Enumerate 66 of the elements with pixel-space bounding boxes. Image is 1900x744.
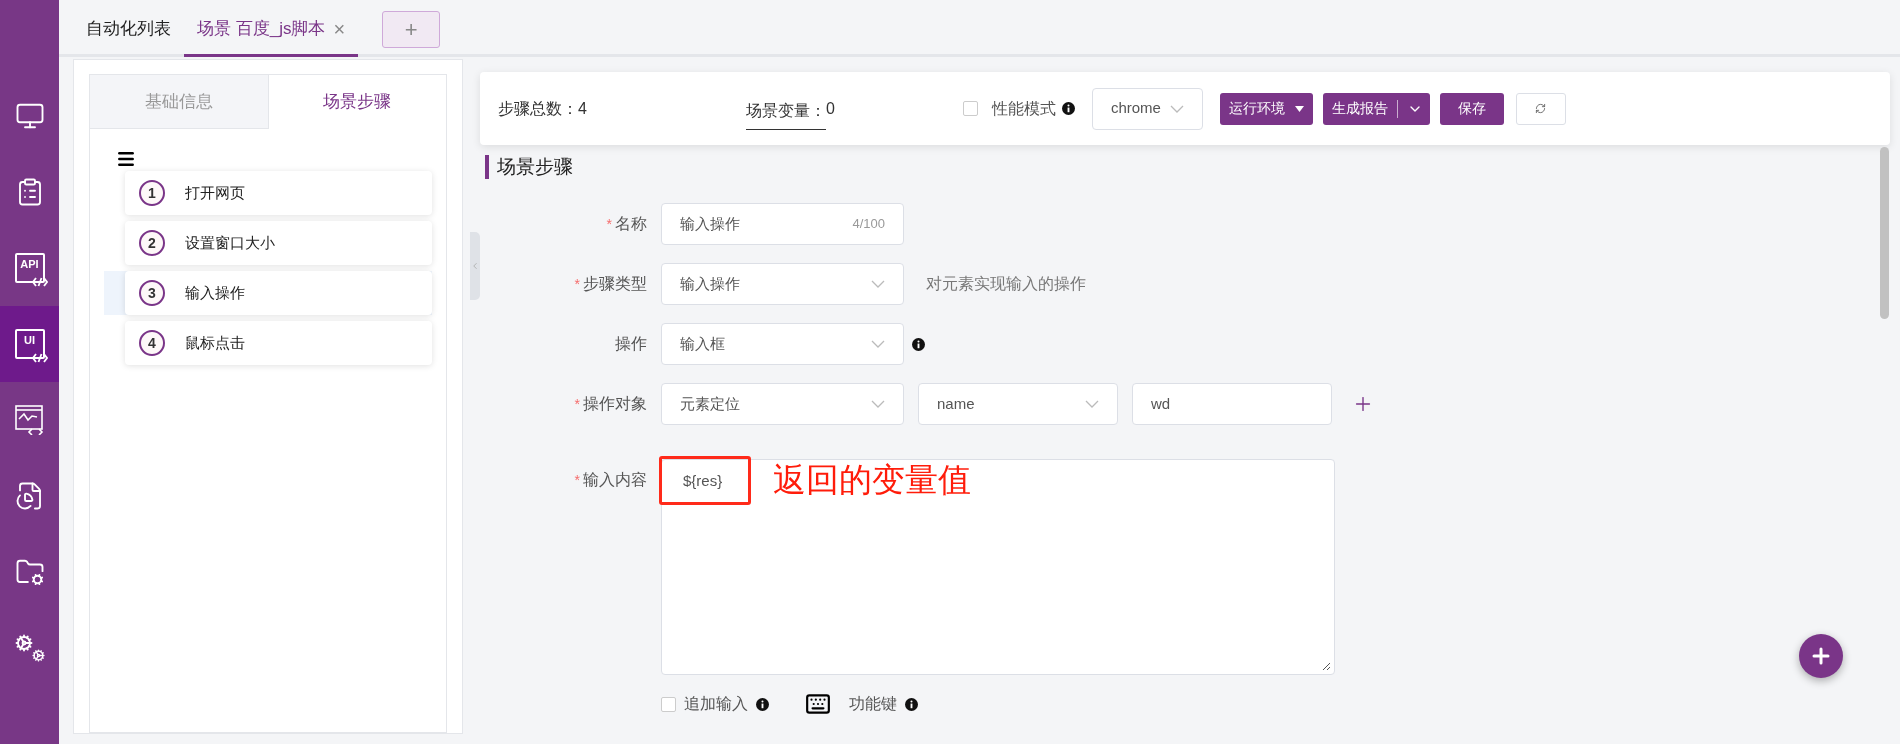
monitor-icon xyxy=(14,101,45,131)
select-field[interactable]: 输入框 xyxy=(661,323,904,365)
field-label: 步骤类型 xyxy=(583,274,647,294)
step-item[interactable]: 1 打开网页 xyxy=(125,171,432,215)
step-number: 3 xyxy=(139,280,165,306)
required-mark: * xyxy=(574,274,580,294)
step-item[interactable]: 2 设置窗口大小 xyxy=(125,221,432,265)
generate-report-button[interactable]: 生成报告 xyxy=(1322,92,1430,125)
folder-gear-icon xyxy=(14,557,45,587)
variables-count: 0 xyxy=(826,98,835,119)
caret-icon xyxy=(1294,105,1304,112)
field-label: 名称 xyxy=(615,214,647,234)
refresh-icon xyxy=(1535,103,1547,114)
step-label: 打开网页 xyxy=(185,182,245,203)
info-icon xyxy=(756,697,769,711)
scrollbar[interactable] xyxy=(1880,147,1889,319)
step-number: 1 xyxy=(139,180,165,206)
required-mark: * xyxy=(574,470,580,490)
field-label: 操作对象 xyxy=(583,394,647,414)
input-field[interactable]: 输入操作 4/100 xyxy=(661,203,904,245)
add-button[interactable] xyxy=(1799,634,1843,678)
step-label: 输入操作 xyxy=(185,282,245,303)
tab[interactable]: 自动化列表 xyxy=(73,3,184,57)
run-environment-button[interactable]: 运行环境 xyxy=(1219,92,1313,125)
step-item[interactable]: 4 鼠标点击 xyxy=(125,321,432,365)
required-mark: * xyxy=(574,394,580,414)
resize-grip-icon[interactable] xyxy=(1322,662,1331,671)
chevron-icon xyxy=(1169,104,1184,113)
step-item[interactable]: 3 输入操作 xyxy=(125,271,432,315)
browser-select[interactable]: chrome xyxy=(1091,87,1203,130)
select-field[interactable]: 元素定位 xyxy=(661,383,904,425)
monitor-chart-icon xyxy=(14,405,45,435)
info-icon xyxy=(905,697,918,711)
sidebar-item[interactable]: API xyxy=(0,230,59,306)
step-number: 4 xyxy=(139,330,165,356)
input-field[interactable]: wd xyxy=(1132,383,1332,425)
step-label: 鼠标点击 xyxy=(185,332,245,353)
save-button[interactable]: 保存 xyxy=(1439,92,1504,125)
sidebar-item[interactable]: UI xyxy=(0,306,59,382)
checkbox[interactable] xyxy=(962,101,978,116)
chevron-icon xyxy=(871,340,885,348)
char-counter: 4/100 xyxy=(852,215,885,234)
field-label: 输入内容 xyxy=(583,470,647,490)
checkbox-label: 追加输入 xyxy=(684,694,748,714)
checkbox-label: 性能模式 xyxy=(991,98,1056,119)
checkbox[interactable] xyxy=(661,696,676,712)
step-label: 设置窗口大小 xyxy=(185,232,275,253)
option-label: 功能键 xyxy=(849,694,897,714)
field-label: 操作 xyxy=(615,334,647,354)
menu-icon[interactable] xyxy=(116,149,136,169)
gears-icon xyxy=(14,634,45,662)
field-hint: 对元素实现输入的操作 xyxy=(926,274,1086,294)
info-icon xyxy=(1061,102,1075,115)
chevron-icon xyxy=(1085,400,1099,408)
collapse-handle[interactable] xyxy=(470,232,480,300)
chevron-icon xyxy=(871,280,885,288)
chevron-left-icon xyxy=(470,261,480,271)
select-field[interactable]: name xyxy=(918,383,1118,425)
keyboard-icon xyxy=(805,691,831,717)
variables-tab[interactable]: 场景变量： xyxy=(746,99,826,130)
select-field[interactable]: 输入操作 xyxy=(661,263,904,305)
annotation-text: 返回的变量值 xyxy=(773,463,971,496)
chevron-icon xyxy=(871,400,885,408)
step-count: 步骤总数：4 xyxy=(498,98,588,119)
required-mark: * xyxy=(606,214,612,234)
step-number: 2 xyxy=(139,230,165,256)
